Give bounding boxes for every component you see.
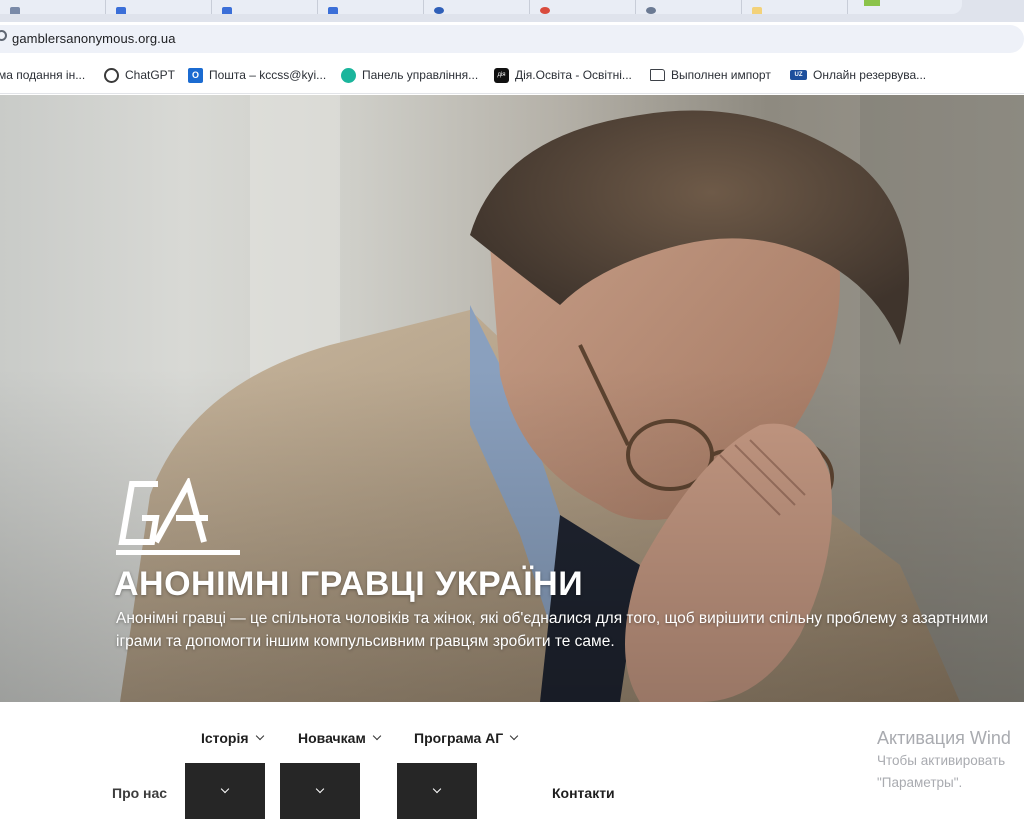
uz-icon: UZ <box>790 70 807 80</box>
bookmarks-bar: ма подання ін... ChatGPT O Пошта – kccss… <box>0 56 1024 94</box>
graduation-cap-icon <box>341 67 356 83</box>
browser-tab[interactable] <box>742 0 848 14</box>
tab-favicon-icon <box>116 7 126 14</box>
chatgpt-icon <box>104 67 119 83</box>
bookmark-item[interactable]: ма подання ін... <box>0 67 85 83</box>
bookmark-label: Пошта – kccss@kyi... <box>209 68 327 82</box>
bookmark-item[interactable]: ChatGPT <box>104 67 175 83</box>
main-navigation: Історія Новачкам Програма АГ Про нас Кон… <box>0 702 1024 829</box>
bookmark-item[interactable]: O Пошта – kccss@kyi... <box>188 67 326 83</box>
bookmark-label: Выполнен импорт <box>671 68 771 82</box>
bookmark-label: Дія.Освіта - Освітні... <box>515 68 632 82</box>
ga-logo-icon <box>116 478 240 555</box>
chevron-down-icon <box>315 784 325 794</box>
chevron-down-icon <box>220 784 230 794</box>
nav-item-program[interactable]: Програма АГ <box>414 730 519 746</box>
nav-item-about[interactable]: Про нас <box>112 785 167 801</box>
tab-favicon-icon[interactable] <box>864 0 880 6</box>
bookmark-item[interactable]: дія Дія.Освіта - Освітні... <box>494 67 632 83</box>
outlook-icon: O <box>188 67 203 83</box>
activation-title: Активация Wind <box>877 728 1011 748</box>
nav-item-history[interactable]: Історія <box>201 730 264 746</box>
nav-item-label: Новачкам <box>298 730 366 746</box>
bookmark-label: Панель управління... <box>362 68 479 82</box>
tab-list <box>0 0 962 14</box>
tab-favicon-icon <box>752 7 762 14</box>
bookmark-item[interactable]: UZ Онлайн резервува... <box>790 67 926 83</box>
windows-activation-watermark: Активация Wind Чтобы активировать "Парам… <box>877 728 1011 793</box>
nav-item-newcomers[interactable]: Новачкам <box>298 730 382 746</box>
bookmark-item[interactable]: Выполнен импорт <box>650 67 771 83</box>
bookmark-label: ма подання ін... <box>0 68 86 82</box>
chevron-down-icon <box>372 731 382 741</box>
tab-favicon-icon <box>434 7 444 14</box>
bookmark-item[interactable]: Панель управління... <box>341 67 478 83</box>
tab-favicon-icon <box>222 7 232 14</box>
submenu-toggle-button[interactable] <box>280 763 360 819</box>
browser-tab[interactable] <box>318 0 424 14</box>
submenu-toggle-button[interactable] <box>185 763 265 819</box>
diia-icon: дія <box>494 67 509 83</box>
nav-item-label: Історія <box>201 730 249 746</box>
tab-favicon-icon <box>540 7 550 14</box>
submenu-toggle-button[interactable] <box>397 763 477 819</box>
browser-tab[interactable] <box>0 0 106 14</box>
tab-favicon-icon <box>646 7 656 14</box>
nav-item-label: Програма АГ <box>414 730 504 746</box>
browser-tab[interactable] <box>424 0 530 14</box>
browser-tab[interactable] <box>106 0 212 14</box>
bookmark-label: ChatGPT <box>125 68 176 82</box>
page-title: АНОНІМНІ ГРАВЦІ УКРАЇНИ <box>114 565 584 603</box>
browser-tab-strip <box>0 0 1024 22</box>
url-text[interactable]: gamblersanonymous.org.ua <box>12 31 176 46</box>
tab-favicon-icon <box>328 7 338 14</box>
chevron-down-icon <box>509 731 519 741</box>
hero-banner: АНОНІМНІ ГРАВЦІ УКРАЇНИ Анонімні гравці … <box>0 95 1024 702</box>
nav-item-contacts[interactable]: Контакти <box>552 785 615 801</box>
address-bar: gamblersanonymous.org.ua <box>0 22 1024 56</box>
bookmark-label: Онлайн резервува... <box>813 68 927 82</box>
folder-icon <box>650 69 665 81</box>
activation-line: "Параметры". <box>877 775 963 790</box>
hero-description: Анонімні гравці — це спільнота чоловіків… <box>116 610 989 650</box>
browser-tab[interactable] <box>530 0 636 14</box>
activation-line: Чтобы активировать <box>877 753 1006 768</box>
browser-tab[interactable] <box>636 0 742 14</box>
tab-favicon-icon <box>10 7 20 14</box>
browser-tab[interactable] <box>212 0 318 14</box>
chevron-down-icon <box>255 731 264 741</box>
chevron-down-icon <box>432 784 442 794</box>
